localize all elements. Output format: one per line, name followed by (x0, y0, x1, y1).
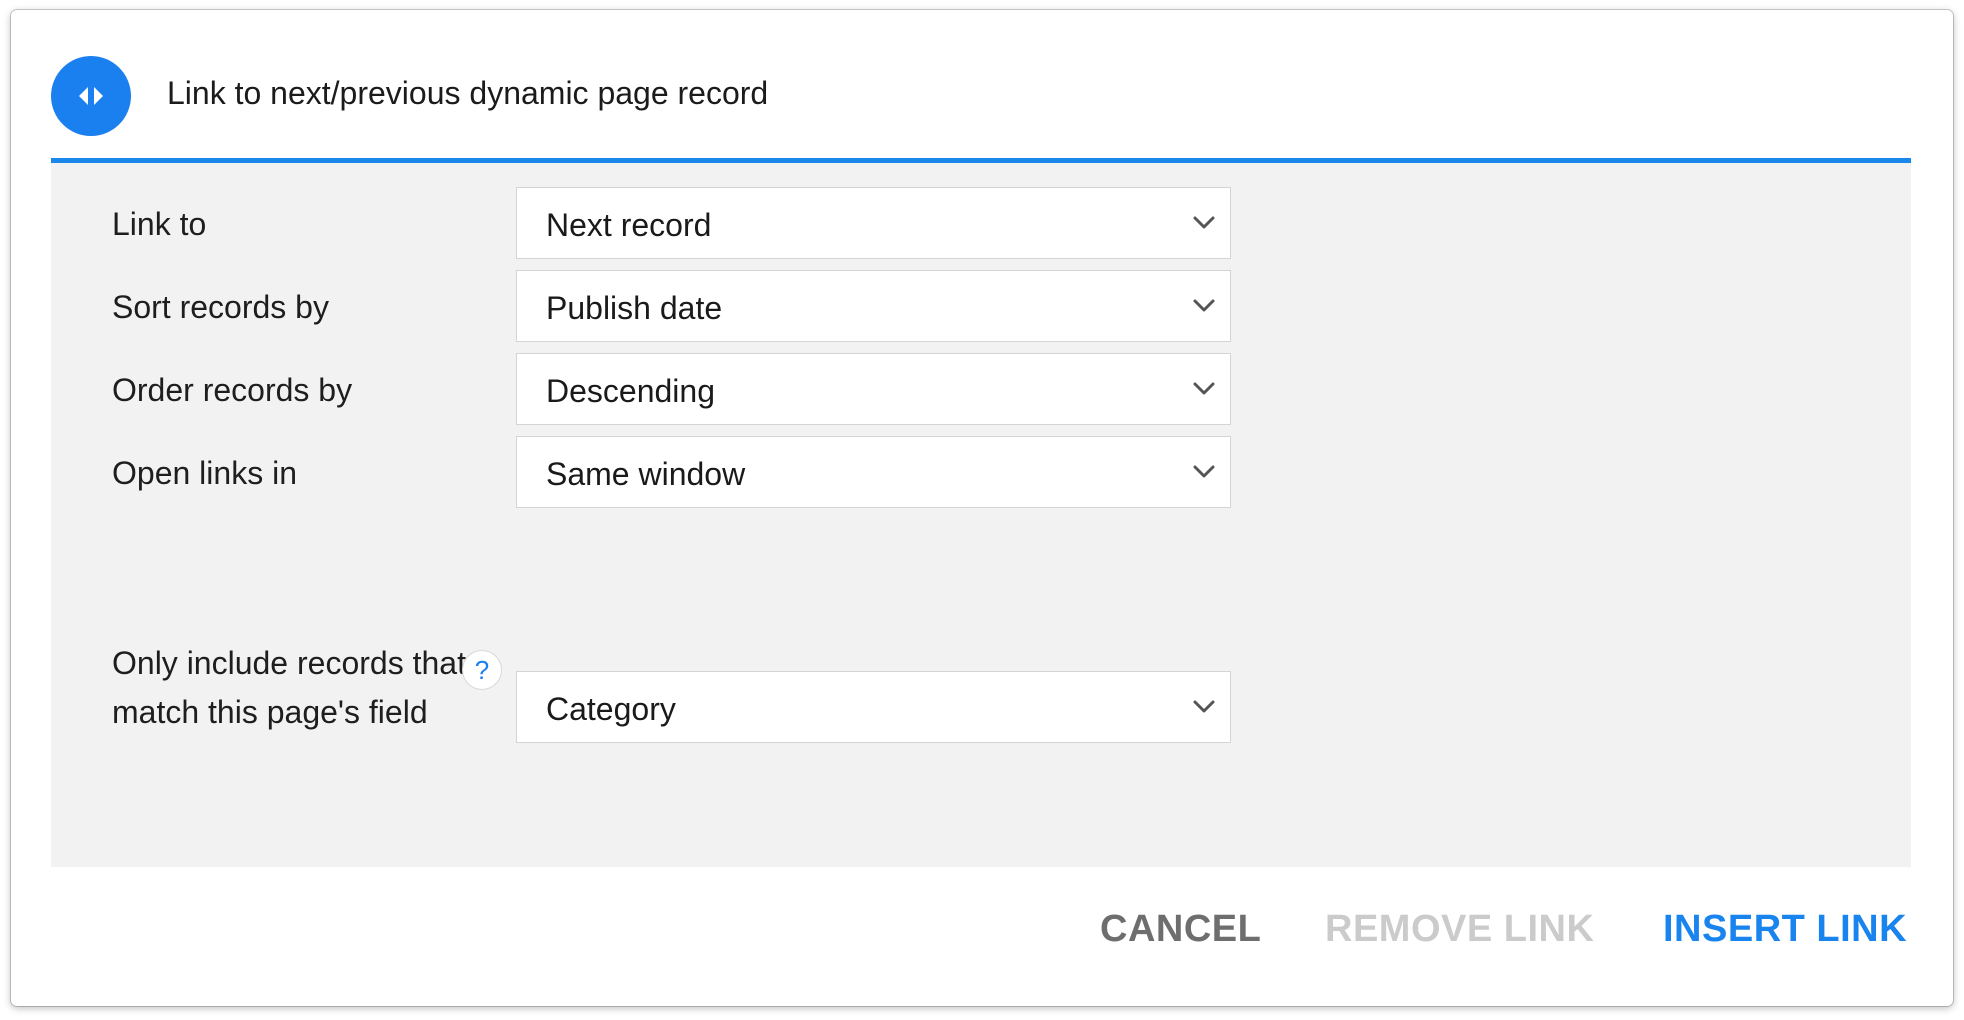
match-field-value: Category (546, 691, 676, 727)
link-to-label: Link to (112, 206, 207, 242)
dialog-header: Link to next/previous dynamic page recor… (51, 10, 1911, 163)
open-links-value: Same window (546, 456, 746, 492)
match-field-select[interactable]: Category (516, 671, 1231, 743)
chevron-down-icon (1193, 216, 1215, 229)
dialog-title: Link to next/previous dynamic page recor… (167, 75, 769, 111)
link-dialog: Link to next/previous dynamic page recor… (11, 10, 1953, 1006)
insert-link-button[interactable]: INSERT LINK (1663, 908, 1907, 951)
remove-link-button[interactable]: REMOVE LINK (1325, 908, 1594, 951)
arrows-left-right-icon (51, 56, 131, 136)
cancel-button[interactable]: CANCEL (1100, 908, 1261, 951)
chevron-down-icon (1193, 299, 1215, 312)
settings-panel: Link to Next record Sort records by Publ… (51, 163, 1911, 867)
chevron-down-icon (1193, 465, 1215, 478)
link-to-value: Next record (546, 207, 712, 243)
order-records-select[interactable]: Descending (516, 353, 1231, 425)
link-to-select[interactable]: Next record (516, 187, 1231, 259)
open-links-label: Open links in (112, 455, 297, 491)
sort-records-label: Sort records by (112, 289, 329, 325)
chevron-down-icon (1193, 382, 1215, 395)
order-records-label: Order records by (112, 372, 353, 408)
open-links-select[interactable]: Same window (516, 436, 1231, 508)
sort-records-select[interactable]: Publish date (516, 270, 1231, 342)
sort-records-value: Publish date (546, 290, 723, 326)
help-icon[interactable]: ? (462, 650, 502, 690)
match-field-label: Only include records that match this pag… (112, 645, 466, 730)
chevron-down-icon (1193, 700, 1215, 713)
order-records-value: Descending (546, 373, 715, 409)
